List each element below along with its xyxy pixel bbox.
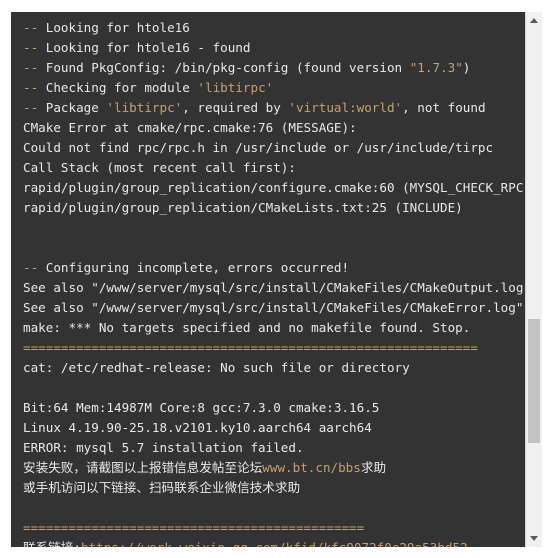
terminal-line: 或手机访问以下链接、扫码联系企业微信技术求助 bbox=[11, 478, 525, 498]
terminal-text-segment: 联系链接: bbox=[23, 540, 81, 547]
terminal-text-segment: rapid/plugin/group_replication/configure… bbox=[23, 180, 525, 195]
terminal-text-segment: -- bbox=[23, 40, 39, 55]
terminal-text-segment: rapid/plugin/group_replication/CMakeList… bbox=[23, 200, 463, 215]
terminal-line: -- Checking for module 'libtirpc' bbox=[11, 78, 525, 98]
terminal-line: ========================================… bbox=[11, 518, 525, 538]
scroll-up-button[interactable] bbox=[526, 12, 542, 29]
terminal-line: -- Looking for htole16 - found bbox=[11, 38, 525, 58]
terminal-line: Bit:64 Mem:14987M Core:8 gcc:7.3.0 cmake… bbox=[11, 398, 525, 418]
terminal-text-segment: "1.7.3" bbox=[409, 60, 463, 75]
terminal-text-segment: www.bt.cn/bbs bbox=[262, 460, 361, 475]
terminal-text-segment: 'libtirpc' bbox=[106, 100, 183, 115]
scroll-down-button[interactable] bbox=[526, 530, 542, 547]
terminal-line: Linux 4.19.90-25.18.v2101.ky10.aarch64 a… bbox=[11, 418, 525, 438]
terminal-text-segment: CMake Error at cmake/rpc.cmake:76 (MESSA… bbox=[23, 120, 357, 135]
terminal-text-segment: -- bbox=[23, 100, 39, 115]
terminal-text-segment: ========================================… bbox=[23, 340, 478, 355]
terminal-output-area[interactable]: -- Looking for htole16 -- Looking for hto… bbox=[11, 12, 525, 547]
vertical-scrollbar[interactable] bbox=[525, 12, 542, 547]
terminal-line: -- Looking for htole16 bbox=[11, 18, 525, 38]
terminal-line: cat: /etc/redhat-release: No such file o… bbox=[11, 358, 525, 378]
terminal-line: -- Found PkgConfig: /bin/pkg-config (fou… bbox=[11, 58, 525, 78]
terminal-text-segment: , required by bbox=[182, 100, 289, 115]
scrollbar-track[interactable] bbox=[526, 29, 542, 530]
terminal-text-segment: 或手机访问以下链接、扫码联系企业微信技术求助 bbox=[23, 480, 301, 495]
triangle-down-icon bbox=[530, 536, 538, 541]
terminal-line: 安装失败，请截图以上报错信息发帖至论坛www.bt.cn/bbs求助 bbox=[11, 458, 525, 478]
terminal-text-segment: -- bbox=[23, 20, 39, 35]
terminal-text-segment: Package bbox=[38, 100, 107, 115]
terminal-line: Call Stack (most recent call first): bbox=[11, 158, 525, 178]
terminal-line: CMake Error at cmake/rpc.cmake:76 (MESSA… bbox=[11, 118, 525, 138]
terminal-panel: -- Looking for htole16 -- Looking for hto… bbox=[11, 12, 542, 547]
terminal-line: rapid/plugin/group_replication/CMakeList… bbox=[11, 198, 525, 218]
terminal-text-segment: Bit:64 Mem:14987M Core:8 gcc:7.3.0 cmake… bbox=[23, 400, 380, 415]
terminal-line: ERROR: mysql 5.7 installation failed. bbox=[11, 438, 525, 458]
terminal-text-segment: 'libtirpc' bbox=[197, 80, 274, 95]
terminal-text-segment: cat: /etc/redhat-release: No such file o… bbox=[23, 360, 410, 375]
terminal-text-segment: make: *** No targets specified and no ma… bbox=[23, 320, 471, 335]
terminal-text-segment: -- bbox=[23, 260, 39, 275]
terminal-text-segment: See also "/www/server/mysql/src/install/… bbox=[23, 280, 525, 295]
terminal-text-segment: Could not find rpc/rpc.h in /usr/include… bbox=[23, 140, 494, 155]
terminal-text-segment: Call Stack (most recent call first): bbox=[23, 160, 296, 175]
terminal-text-segment: Looking for htole16 bbox=[38, 20, 190, 35]
terminal-text-segment: Configuring incomplete, errors occurred! bbox=[38, 260, 350, 275]
terminal-text-segment: 求助 bbox=[360, 460, 387, 475]
terminal-line: make: *** No targets specified and no ma… bbox=[11, 318, 525, 338]
terminal-text-segment: 'virtual:world' bbox=[288, 100, 403, 115]
terminal-line: rapid/plugin/group_replication/configure… bbox=[11, 178, 525, 198]
terminal-text-segment: Checking for module bbox=[38, 80, 198, 95]
triangle-up-icon bbox=[530, 18, 538, 23]
terminal-text-segment: Found PkgConfig: /bin/pkg-config (found … bbox=[38, 60, 410, 75]
terminal-text-segment: ERROR: mysql 5.7 installation failed. bbox=[23, 440, 304, 455]
terminal-text-segment: See also "/www/server/mysql/src/install/… bbox=[23, 300, 525, 315]
terminal-text-segment: Looking for htole16 - found bbox=[38, 40, 251, 55]
terminal-text-segment: ) bbox=[462, 60, 471, 75]
terminal-text-segment: , not found bbox=[402, 100, 486, 115]
terminal-log-window: -- Looking for htole16 -- Looking for hto… bbox=[0, 0, 553, 558]
terminal-line: -- Configuring incomplete, errors occurr… bbox=[11, 258, 525, 278]
terminal-text-segment: Linux 4.19.90-25.18.v2101.ky10.aarch64 a… bbox=[23, 420, 372, 435]
terminal-text-segment: https://work.weixin.qq.com/kfid/kfc9072f… bbox=[81, 540, 468, 547]
terminal-line: See also "/www/server/mysql/src/install/… bbox=[11, 298, 525, 318]
terminal-text-segment: -- bbox=[23, 80, 39, 95]
scrollbar-thumb[interactable] bbox=[528, 319, 540, 444]
terminal-line: 联系链接:https://work.weixin.qq.com/kfid/kfc… bbox=[11, 538, 525, 547]
terminal-text-segment: ========================================… bbox=[23, 520, 365, 535]
terminal-text-segment: -- bbox=[23, 60, 39, 75]
terminal-line: Could not find rpc/rpc.h in /usr/include… bbox=[11, 138, 525, 158]
terminal-line: -- Package 'libtirpc', required by 'virt… bbox=[11, 98, 525, 118]
terminal-line: See also "/www/server/mysql/src/install/… bbox=[11, 278, 525, 298]
terminal-line: ========================================… bbox=[11, 338, 525, 358]
terminal-text-segment: 安装失败，请截图以上报错信息发帖至论坛 bbox=[23, 460, 263, 475]
